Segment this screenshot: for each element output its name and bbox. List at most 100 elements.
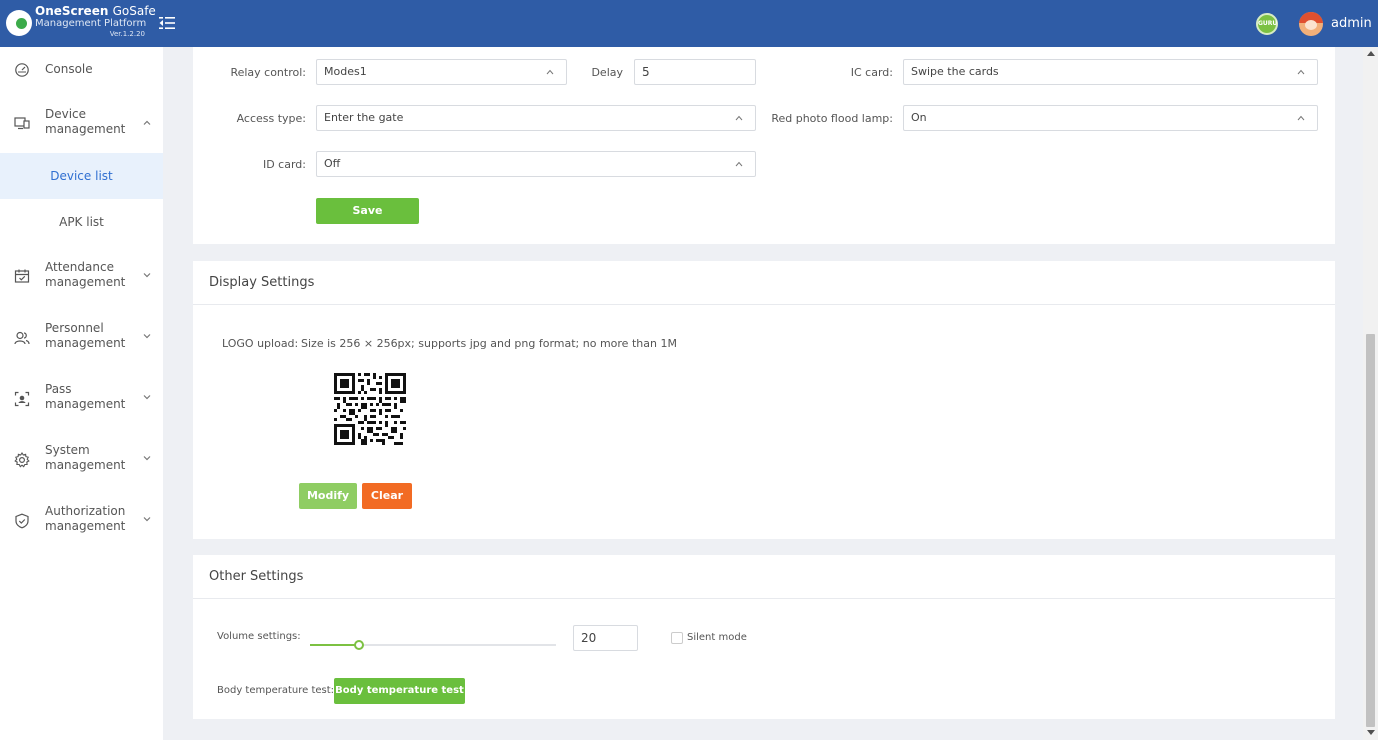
sidebar-label-attendance: Attendance management bbox=[45, 260, 125, 290]
sidebar-label-attendance-line2: management bbox=[45, 275, 126, 289]
sidebar-item-device-management[interactable]: Device management bbox=[0, 99, 163, 145]
brand-title: OneScreen GoSafe bbox=[35, 4, 156, 18]
logo-preview-qr-image bbox=[334, 373, 406, 445]
volume-slider[interactable] bbox=[310, 640, 556, 650]
id-card-label: ID card: bbox=[262, 158, 306, 171]
brand-version: Ver.1.2.20 bbox=[109, 30, 145, 38]
relay-control-value: Modes1 bbox=[324, 65, 367, 78]
volume-settings-label: Volume settings: bbox=[217, 631, 301, 642]
sidebar-label-device: Device management bbox=[45, 107, 125, 137]
sidebar: Console Device management Device list AP… bbox=[0, 47, 163, 740]
silent-mode-checkbox[interactable] bbox=[671, 632, 683, 644]
sidebar-item-authorization-management[interactable]: Authorization management bbox=[0, 496, 163, 542]
chevron-down-icon bbox=[143, 395, 151, 400]
body-temperature-test-label: Body temperature test: bbox=[217, 685, 335, 696]
scroll-up-arrow-icon[interactable] bbox=[1367, 51, 1375, 56]
sidebar-item-apk-list[interactable]: APK list bbox=[0, 199, 163, 245]
sidebar-label-pass-line1: Pass bbox=[45, 382, 72, 396]
collapse-menu-icon[interactable] bbox=[158, 14, 176, 32]
delay-input[interactable]: 5 bbox=[634, 59, 756, 85]
relay-control-select[interactable]: Modes1 bbox=[316, 59, 567, 85]
access-type-value: Enter the gate bbox=[324, 111, 404, 124]
people-icon bbox=[14, 331, 30, 345]
sidebar-item-device-list[interactable]: Device list bbox=[0, 153, 163, 199]
user-avatar[interactable] bbox=[1299, 12, 1323, 36]
clear-logo-button[interactable]: Clear bbox=[362, 483, 412, 509]
body-temperature-test-button[interactable]: Body temperature test bbox=[334, 678, 465, 704]
red-photo-flood-lamp-value: On bbox=[911, 111, 927, 124]
username-label[interactable]: admin bbox=[1331, 16, 1372, 31]
sidebar-label-system-line1: System bbox=[45, 443, 90, 457]
sidebar-label-attendance-line1: Attendance bbox=[45, 260, 114, 274]
other-settings-card: Other Settings Volume settings: 20 Silen… bbox=[193, 555, 1335, 719]
display-settings-title: Display Settings bbox=[193, 261, 1335, 305]
relay-control-label: Relay control: bbox=[230, 66, 306, 79]
sidebar-label-system: System management bbox=[45, 443, 125, 473]
calendar-check-icon bbox=[14, 269, 30, 283]
sidebar-item-pass-management[interactable]: Pass management bbox=[0, 374, 163, 420]
sidebar-label-authorization-line2: management bbox=[45, 519, 126, 533]
logo-upload-hint: Size is 256 × 256px; supports jpg and pn… bbox=[301, 337, 677, 350]
chevron-up-icon bbox=[735, 115, 743, 121]
access-type-label: Access type: bbox=[236, 112, 306, 125]
sidebar-label-personnel: Personnel management bbox=[45, 321, 125, 351]
other-settings-title: Other Settings bbox=[193, 555, 1335, 599]
sidebar-item-personnel-management[interactable]: Personnel management bbox=[0, 313, 163, 359]
main-content: Relay control: Modes1 Delay 5 IC card: S… bbox=[163, 47, 1363, 740]
access-type-select[interactable]: Enter the gate bbox=[316, 105, 756, 131]
sidebar-label-device-line2: management bbox=[45, 122, 126, 136]
device-monitor-icon bbox=[14, 117, 30, 130]
sidebar-label-personnel-line1: Personnel bbox=[45, 321, 104, 335]
scroll-down-arrow-icon[interactable] bbox=[1367, 730, 1375, 735]
logo-upload-label: LOGO upload: bbox=[222, 337, 299, 350]
chevron-up-icon bbox=[546, 69, 554, 75]
gear-icon bbox=[14, 452, 30, 468]
chevron-up-icon bbox=[735, 161, 743, 167]
chevron-down-icon bbox=[143, 334, 151, 339]
sidebar-item-console[interactable]: Console bbox=[0, 47, 163, 93]
ic-card-value: Swipe the cards bbox=[911, 65, 999, 78]
brand-name-light: GoSafe bbox=[112, 4, 156, 18]
brand-subtitle: Management Platform bbox=[35, 18, 147, 29]
silent-mode-label: Silent mode bbox=[687, 632, 747, 643]
sidebar-label-device-line1: Device bbox=[45, 107, 87, 121]
chevron-down-icon bbox=[143, 517, 151, 522]
volume-slider-handle[interactable] bbox=[354, 640, 365, 650]
onescreen-logo-icon bbox=[6, 10, 32, 36]
sidebar-label-system-line2: management bbox=[45, 458, 126, 472]
ic-card-select[interactable]: Swipe the cards bbox=[903, 59, 1318, 85]
ic-card-label: IC card: bbox=[850, 66, 893, 79]
sidebar-item-attendance-management[interactable]: Attendance management bbox=[0, 252, 163, 298]
red-photo-flood-lamp-label: Red photo flood lamp: bbox=[771, 112, 893, 125]
id-card-select[interactable]: Off bbox=[316, 151, 756, 177]
display-settings-card: Display Settings LOGO upload: Size is 25… bbox=[193, 261, 1335, 539]
save-parameters-button[interactable]: Save Parameters bbox=[316, 198, 419, 243]
sidebar-label-personnel-line2: management bbox=[45, 336, 126, 350]
parameters-card: Relay control: Modes1 Delay 5 IC card: S… bbox=[193, 47, 1335, 244]
chevron-up-icon bbox=[1297, 115, 1305, 121]
face-scan-icon bbox=[14, 391, 30, 407]
sidebar-item-system-management[interactable]: System management bbox=[0, 435, 163, 481]
dashboard-gauge-icon bbox=[15, 63, 29, 77]
vertical-scrollbar[interactable] bbox=[1363, 47, 1378, 740]
brand-block: OneScreen GoSafe Management Platform Ver… bbox=[35, 4, 156, 39]
guru-badge-icon[interactable]: GURU bbox=[1256, 13, 1278, 35]
chevron-down-icon bbox=[143, 273, 151, 278]
sidebar-label-authorization: Authorization management bbox=[45, 504, 125, 534]
volume-value-input[interactable]: 20 bbox=[573, 625, 638, 651]
sidebar-label-pass: Pass management bbox=[45, 382, 125, 412]
sidebar-label-console: Console bbox=[45, 62, 93, 76]
modify-logo-button[interactable]: Modify bbox=[299, 483, 357, 509]
brand-name-bold: OneScreen bbox=[35, 4, 109, 18]
delay-label: Delay bbox=[591, 66, 623, 79]
red-photo-flood-lamp-select[interactable]: On bbox=[903, 105, 1318, 131]
volume-slider-fill bbox=[310, 644, 360, 646]
chevron-up-icon bbox=[1297, 69, 1305, 75]
sidebar-label-pass-line2: management bbox=[45, 397, 126, 411]
scrollbar-thumb[interactable] bbox=[1366, 334, 1375, 727]
id-card-value: Off bbox=[324, 157, 341, 170]
chevron-down-icon bbox=[143, 456, 151, 461]
shield-check-icon bbox=[15, 513, 29, 529]
sidebar-label-authorization-line1: Authorization bbox=[45, 504, 126, 518]
chevron-up-icon bbox=[143, 120, 151, 125]
